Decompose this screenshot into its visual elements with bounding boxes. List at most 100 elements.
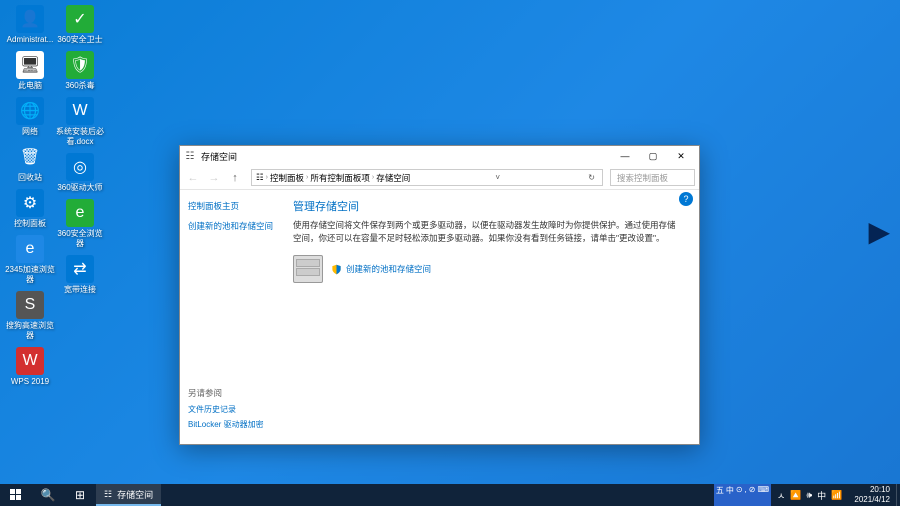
desktop-icon-glyph: ⇄ <box>66 255 94 283</box>
refresh-icon[interactable]: ↻ <box>585 173 598 182</box>
tray-icon[interactable]: 🕪 <box>807 490 813 501</box>
forward-button[interactable]: → <box>205 169 223 187</box>
tray-icon[interactable]: 📶 <box>831 490 842 501</box>
desktop-icon-label: 网络 <box>5 127 55 137</box>
taskbar: 🔍 ⊞ ☷ 存储空间 五中⊙,⊘⌨ ㅅ🔼🕪中📶 20:10 2021/4/12 <box>0 484 900 506</box>
desktop-icon-label: WPS 2019 <box>5 377 55 387</box>
search-placeholder: 搜索控制面板 <box>617 172 668 184</box>
desktop-icon-label: 360杀毒 <box>55 81 105 91</box>
drives-icon <box>293 255 323 283</box>
breadcrumb[interactable]: ☷ › 控制面板 › 所有控制面板项 › 存储空间 ˅ ↻ <box>251 169 603 186</box>
desktop-icon-glyph: 🛡 <box>66 51 94 79</box>
sidebar-create-link[interactable]: 创建新的池和存储空间 <box>188 220 277 232</box>
breadcrumb-item[interactable]: 所有控制面板项 <box>310 172 370 184</box>
desktop-icon-glyph: W <box>66 97 94 125</box>
content-pane: ? 管理存储空间 使用存储空间将文件保存到两个或更多驱动器，以便在驱动器发生故障… <box>285 190 699 444</box>
desktop-icon-label: 360安全卫士 <box>55 35 105 45</box>
sidebar: 控制面板主页 创建新的池和存储空间 另请参阅 文件历史记录 BitLocker … <box>180 190 285 444</box>
desktop-icon-glyph: 🌐 <box>16 97 44 125</box>
close-button[interactable]: ✕ <box>667 147 695 165</box>
desktop-icon[interactable]: 🛡 360杀毒 <box>55 51 105 91</box>
desktop-icon[interactable]: ⚙ 控制面板 <box>5 189 55 229</box>
desktop-icon-glyph: 👤 <box>16 5 44 33</box>
ime-bar[interactable]: 五中⊙,⊘⌨ <box>714 484 771 506</box>
page-heading: 管理存储空间 <box>293 198 679 214</box>
show-desktop-button[interactable] <box>896 484 900 506</box>
task-label: 存储空间 <box>117 488 153 501</box>
breadcrumb-item[interactable]: 控制面板 <box>270 172 304 184</box>
system-tray[interactable]: ㅅ 🔼 🕪 中 📶 <box>771 484 848 506</box>
desktop-icon-label: 宽带连接 <box>55 285 105 295</box>
desktop-icon-glyph: ◎ <box>66 153 94 181</box>
tray-icon[interactable]: ㅅ <box>777 489 785 502</box>
ime-item[interactable]: 五 <box>716 485 724 505</box>
desktop-icon[interactable]: 🖥 此电脑 <box>5 51 55 91</box>
desktop-icon[interactable]: 👤 Administrat... <box>5 5 55 45</box>
window-title: 存储空间 <box>201 150 611 163</box>
toolbar: ← → ↑ ☷ › 控制面板 › 所有控制面板项 › 存储空间 ˅ ↻ 搜索控制… <box>180 166 699 190</box>
search-button[interactable]: 🔍 <box>32 484 64 506</box>
desktop-icon-glyph: 🖥 <box>16 51 44 79</box>
clock-date: 2021/4/12 <box>854 495 890 505</box>
breadcrumb-dropdown-icon[interactable]: ˅ <box>492 173 503 182</box>
help-icon[interactable]: ? <box>679 192 693 206</box>
see-also-link[interactable]: BitLocker 驱动器加密 <box>188 419 277 430</box>
desktop-icon[interactable]: ✓ 360安全卫士 <box>55 5 105 45</box>
task-icon: ☷ <box>104 489 112 500</box>
desktop-icon[interactable]: S搜狗高速浏览器 <box>5 291 55 341</box>
create-pool-link[interactable]: 创建新的池和存储空间 <box>331 263 431 275</box>
ime-item[interactable]: ⊘ <box>749 485 756 505</box>
desktop-icon[interactable]: W系统安装后必看.docx <box>55 97 105 147</box>
desktop-icon-label: Administrat... <box>5 35 55 45</box>
ime-item[interactable]: ⊙ <box>736 485 743 505</box>
ime-item[interactable]: , <box>745 485 747 505</box>
desktop-icon-label: 回收站 <box>5 173 55 183</box>
desktop-icon-glyph: e <box>66 199 94 227</box>
ime-item[interactable]: ⌨ <box>757 485 769 505</box>
taskbar-task-storage[interactable]: ☷ 存储空间 <box>96 484 161 506</box>
ime-item[interactable]: 中 <box>726 485 734 505</box>
desktop-icon-glyph: ✓ <box>66 5 94 33</box>
shield-icon <box>331 264 342 275</box>
create-pool-label: 创建新的池和存储空间 <box>346 263 431 275</box>
desktop-icon[interactable]: e2345加速浏览器 <box>5 235 55 285</box>
search-input[interactable]: 搜索控制面板 <box>610 169 695 186</box>
minimize-button[interactable]: ― <box>611 147 639 165</box>
breadcrumb-item[interactable]: 存储空间 <box>376 172 410 184</box>
desktop-icon-glyph: W <box>16 347 44 375</box>
desktop-icon-glyph: ⚙ <box>16 189 44 217</box>
tray-icon[interactable]: 🔼 <box>790 490 801 501</box>
screenshot-arrow-icon: ▶ <box>868 215 890 248</box>
app-icon: ☷ <box>184 150 196 162</box>
back-button[interactable]: ← <box>184 169 202 187</box>
maximize-button[interactable]: ▢ <box>639 147 667 165</box>
desktop: 👤Administrat...🖥此电脑🌐网络🗑回收站⚙控制面板e2345加速浏览… <box>5 5 105 393</box>
desktop-icon-label: 搜狗高速浏览器 <box>5 321 55 341</box>
desktop-icon[interactable]: 🌐 网络 <box>5 97 55 137</box>
desktop-icon-label: 控制面板 <box>5 219 55 229</box>
desktop-icon[interactable]: ◎ 360驱动大师 <box>55 153 105 193</box>
desktop-icon[interactable]: W WPS 2019 <box>5 347 55 387</box>
storage-spaces-window: ☷ 存储空间 ― ▢ ✕ ← → ↑ ☷ › 控制面板 › 所有控制面板项 › … <box>179 145 700 445</box>
desktop-icon[interactable]: ⇄ 宽带连接 <box>55 255 105 295</box>
desktop-icon-label: 360安全浏览器 <box>55 229 105 249</box>
titlebar: ☷ 存储空间 ― ▢ ✕ <box>180 146 699 166</box>
sidebar-home-link[interactable]: 控制面板主页 <box>188 200 277 212</box>
desktop-icon[interactable]: e360安全浏览器 <box>55 199 105 249</box>
clock[interactable]: 20:10 2021/4/12 <box>848 484 896 506</box>
desktop-icon-label: 2345加速浏览器 <box>5 265 55 285</box>
task-view-button[interactable]: ⊞ <box>64 484 96 506</box>
tray-icon[interactable]: 中 <box>817 489 826 502</box>
desktop-icon-label: 360驱动大师 <box>55 183 105 193</box>
breadcrumb-icon: ☷ <box>256 172 264 183</box>
up-button[interactable]: ↑ <box>226 169 244 187</box>
see-also-label: 另请参阅 <box>188 387 277 399</box>
desktop-icon[interactable]: 🗑 回收站 <box>5 143 55 183</box>
desktop-icon-label: 此电脑 <box>5 81 55 91</box>
desktop-icon-glyph: e <box>16 235 44 263</box>
desktop-icon-glyph: 🗑 <box>16 143 44 171</box>
start-button[interactable] <box>0 484 32 506</box>
see-also-link[interactable]: 文件历史记录 <box>188 404 277 415</box>
desktop-icon-glyph: S <box>16 291 44 319</box>
desktop-icon-label: 系统安装后必看.docx <box>55 127 105 147</box>
